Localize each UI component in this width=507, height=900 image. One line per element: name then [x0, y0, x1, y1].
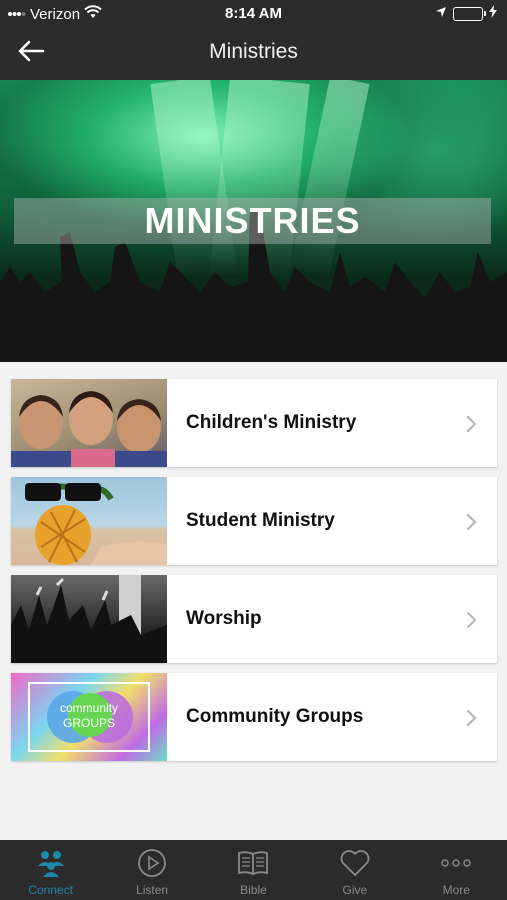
tab-connect[interactable]: Connect: [0, 840, 101, 900]
tab-label: Bible: [240, 883, 267, 897]
battery-icon: [453, 6, 486, 21]
tab-bible[interactable]: Bible: [203, 840, 304, 900]
tab-label: Give: [342, 883, 368, 897]
student-ministry-thumbnail: [11, 477, 167, 565]
charging-bolt-icon: [489, 5, 497, 22]
chevron-right-icon: [463, 513, 479, 531]
ministry-item-label: Community Groups: [186, 706, 364, 727]
more-dots-icon: [439, 847, 473, 879]
status-right-group: [435, 5, 497, 22]
ministry-list: Children's Ministry Student Ministry Wor…: [11, 379, 497, 771]
tab-label: More: [442, 883, 470, 897]
tab-bar: Connect Listen Bible Give More: [0, 840, 507, 900]
community-groups-thumbnail: community GROUPS: [11, 673, 167, 761]
ministry-item-student[interactable]: Student Ministry: [11, 477, 497, 565]
heart-icon: [338, 847, 372, 879]
status-bar: Verizon 8:14 AM: [0, 0, 507, 28]
chevron-right-icon: [463, 709, 479, 727]
navigation-bar: Ministries: [0, 28, 507, 80]
hero-title: MINISTRIES: [144, 200, 361, 241]
ministry-item-label: Student Ministry: [186, 510, 335, 531]
chevron-right-icon: [463, 611, 479, 629]
tab-more[interactable]: More: [406, 840, 507, 900]
tab-label: Connect: [28, 883, 74, 897]
book-icon: [236, 847, 270, 879]
tab-label: Listen: [136, 883, 169, 897]
ministry-item-worship[interactable]: Worship: [11, 575, 497, 663]
hero-banner-image: MINISTRIES: [0, 80, 507, 362]
status-time: 8:14 AM: [225, 5, 282, 22]
chevron-right-icon: [463, 415, 479, 433]
ministry-item-community-groups[interactable]: community GROUPS Community Groups: [11, 673, 497, 761]
worship-thumbnail: [11, 575, 167, 663]
community-groups-thumb-text-top: community: [59, 701, 118, 715]
tab-give[interactable]: Give: [304, 840, 405, 900]
ministry-item-label: Worship: [186, 608, 262, 629]
hero-title-strip: MINISTRIES: [14, 198, 491, 244]
play-icon: [135, 847, 169, 879]
childrens-ministry-thumbnail: [11, 379, 167, 467]
location-arrow-icon: [435, 5, 447, 22]
tab-listen[interactable]: Listen: [101, 840, 202, 900]
ministry-item-childrens[interactable]: Children's Ministry: [11, 379, 497, 467]
community-groups-thumb-text-bottom: GROUPS: [62, 716, 115, 730]
page-title: Ministries: [209, 40, 298, 63]
ministry-item-label: Children's Ministry: [186, 412, 357, 433]
people-icon: [34, 847, 68, 879]
